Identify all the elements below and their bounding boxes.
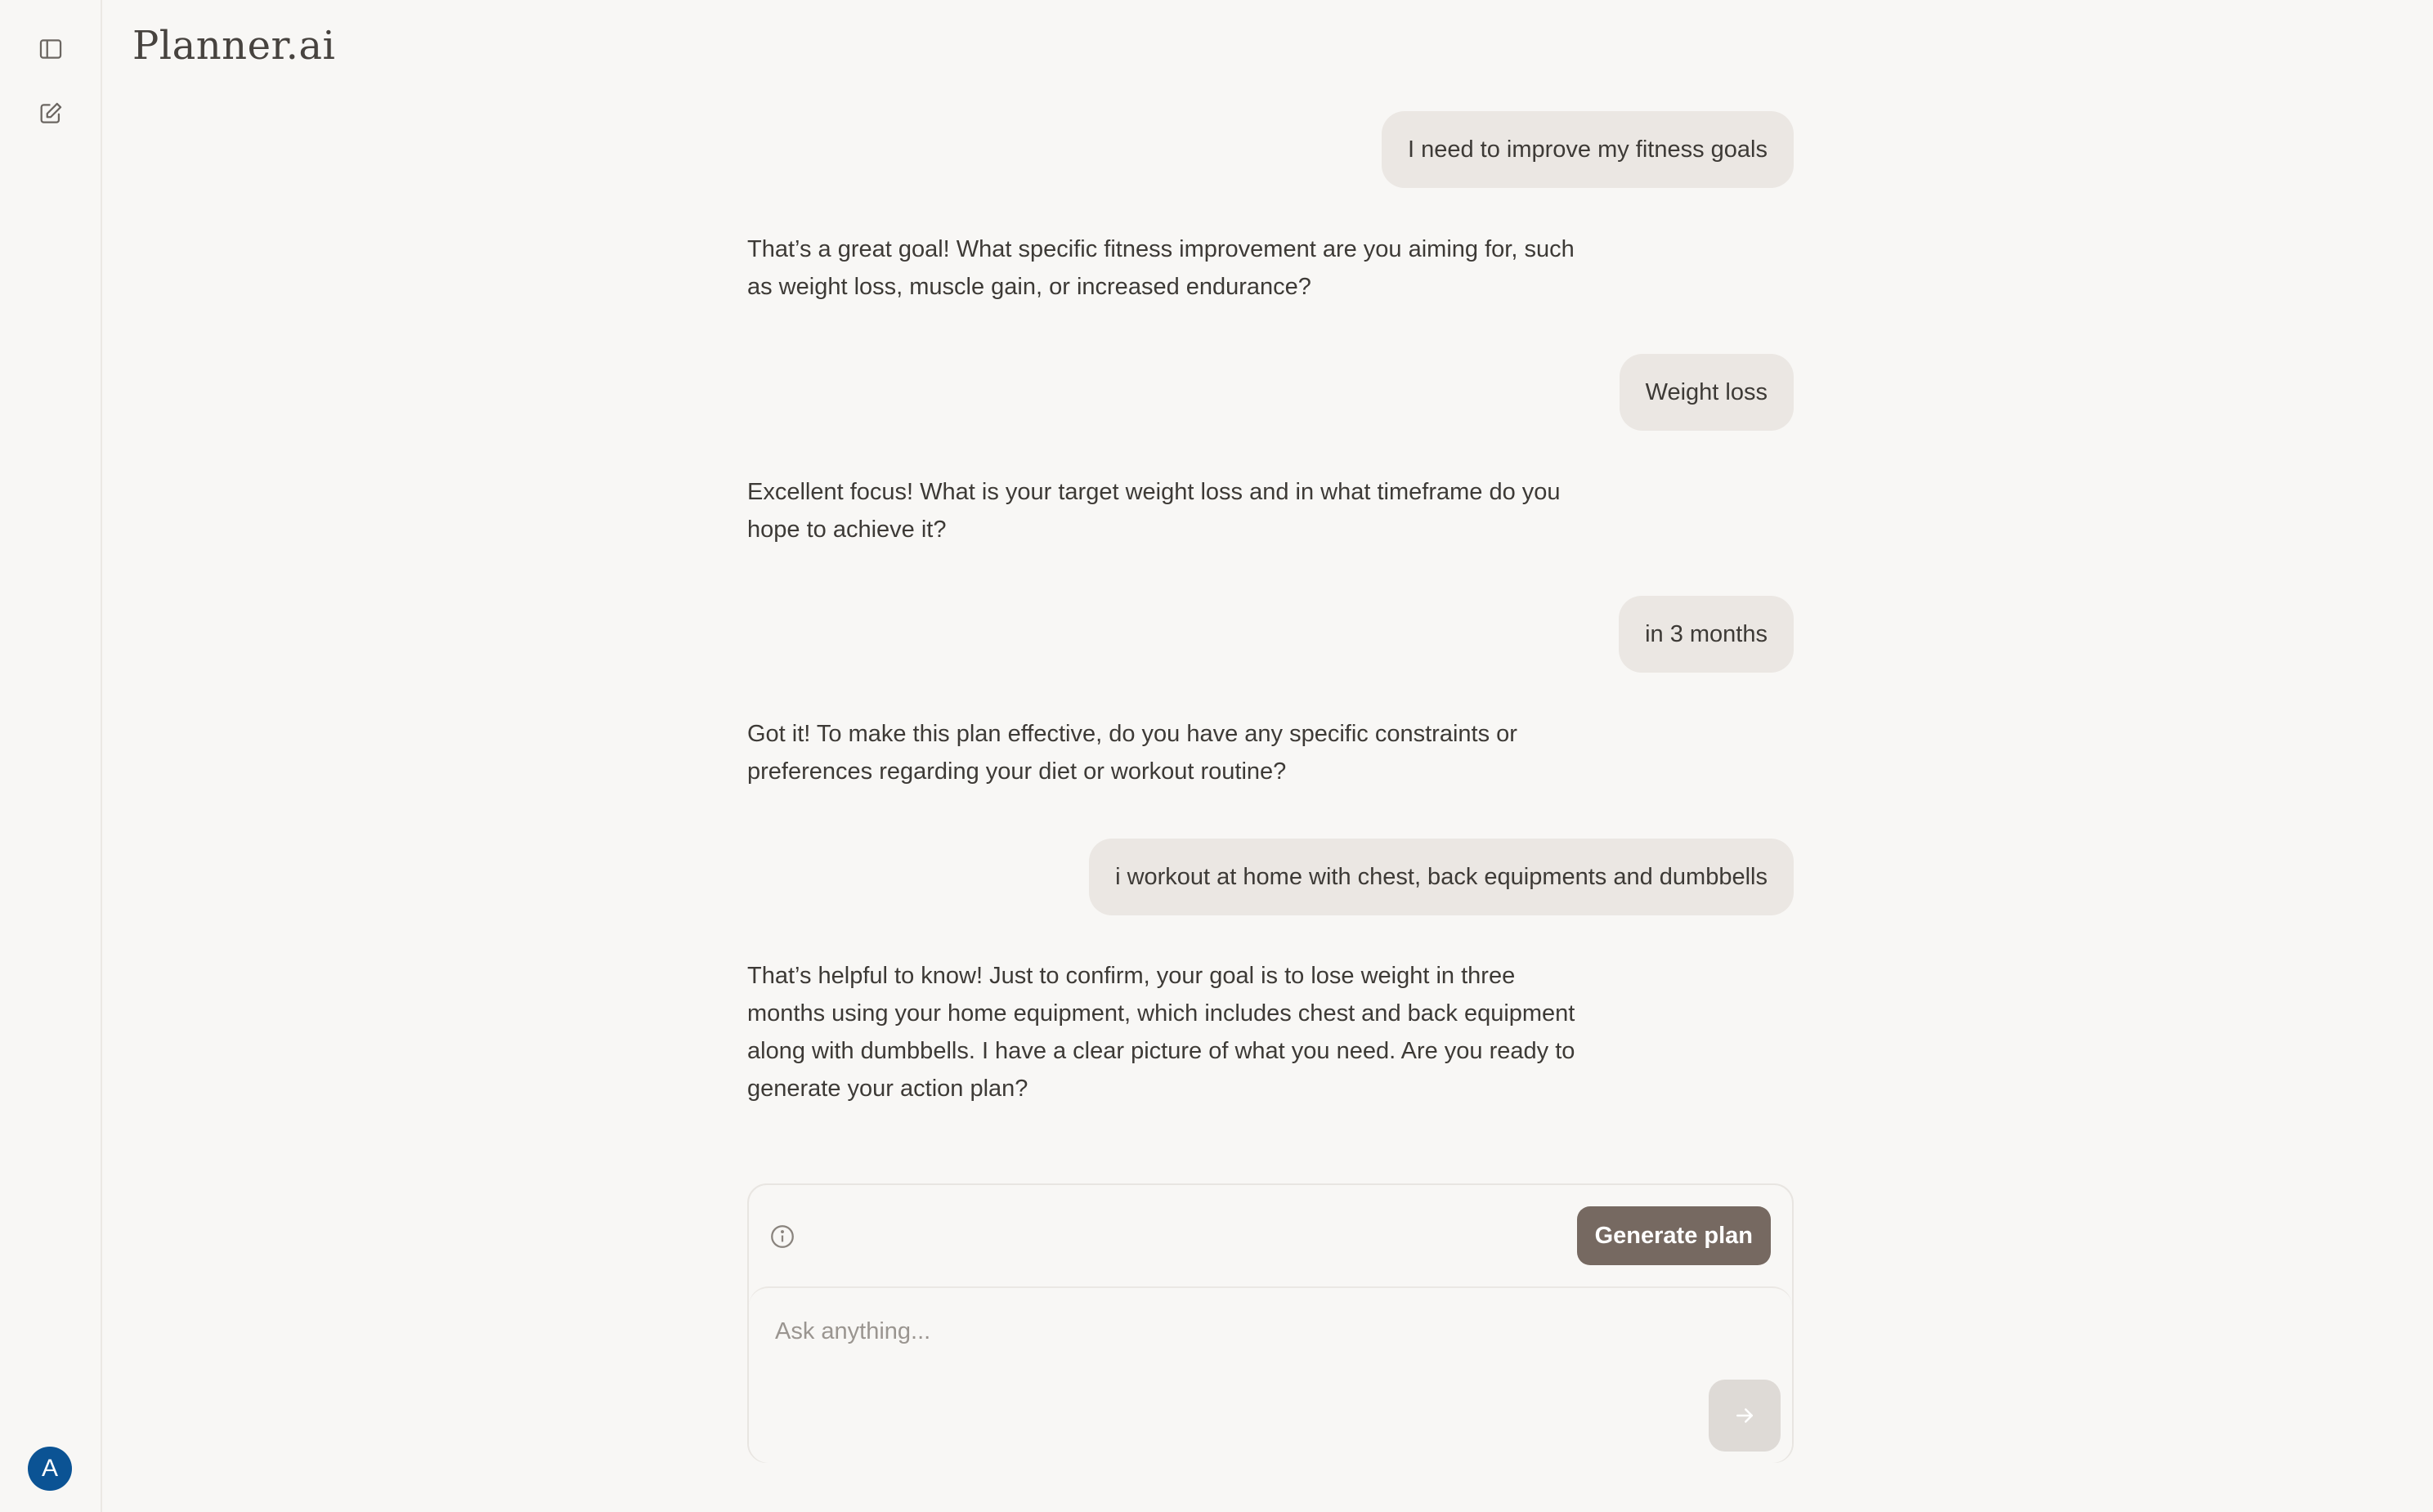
assistant-message: That’s a great goal! What specific fitne… <box>747 236 1575 300</box>
arrow-right-icon <box>1736 1408 1753 1423</box>
app-title: Planner.ai <box>132 23 336 69</box>
message-input[interactable] <box>773 1311 1673 1352</box>
assistant-message: That’s helpful to know! Just to confirm,… <box>747 963 1575 1102</box>
chat-thread: I need to improve my fitness goals That’… <box>747 111 1794 1174</box>
assistant-message: Excellent focus! What is your target wei… <box>747 479 1561 543</box>
composer-toolbar: Generate plan <box>749 1185 1792 1286</box>
info-icon[interactable] <box>768 1223 796 1250</box>
input-area <box>749 1286 1792 1463</box>
user-avatar[interactable]: A <box>28 1447 72 1491</box>
composer: Generate plan <box>747 1183 1794 1463</box>
user-message: Weight loss <box>1619 354 1794 431</box>
user-message: I need to improve my fitness goals <box>1381 111 1794 188</box>
sidebar: A <box>0 0 102 1512</box>
new-chat-icon <box>40 102 62 123</box>
generate-plan-button[interactable]: Generate plan <box>1576 1206 1771 1265</box>
new-chat-button[interactable] <box>29 92 72 135</box>
user-message: in 3 months <box>1619 596 1794 673</box>
sidebar-toggle-icon <box>39 39 62 59</box>
user-message: i workout at home with chest, back equip… <box>1089 839 1794 915</box>
assistant-message: Got it! To make this plan effective, do … <box>747 721 1517 785</box>
sidebar-toggle-button[interactable] <box>29 28 72 70</box>
send-button[interactable] <box>1709 1380 1781 1452</box>
